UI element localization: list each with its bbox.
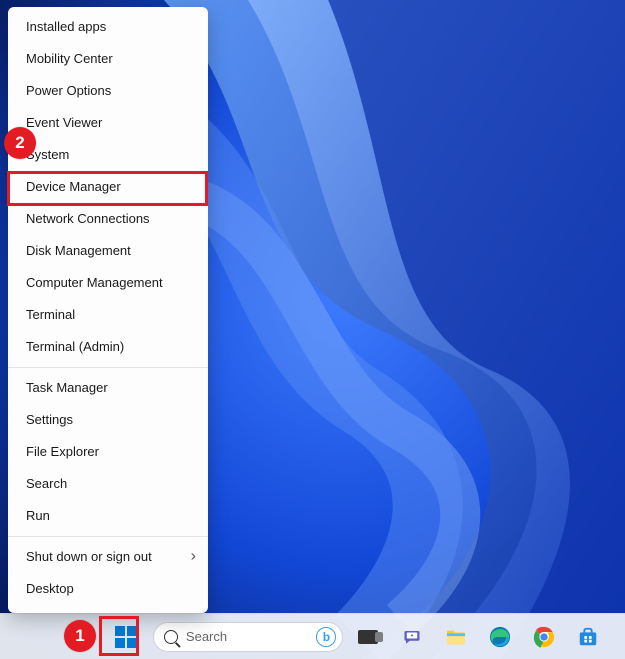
menu-item-installed-apps[interactable]: Installed apps [8, 11, 208, 43]
menu-item-disk-management[interactable]: Disk Management [8, 235, 208, 267]
menu-item-mobility-center[interactable]: Mobility Center [8, 43, 208, 75]
menu-item-system[interactable]: System [8, 139, 208, 171]
menu-item-task-manager[interactable]: Task Manager [8, 372, 208, 404]
bing-chat-icon[interactable]: b [316, 627, 336, 647]
menu-item-power-options[interactable]: Power Options [8, 75, 208, 107]
menu-item-event-viewer[interactable]: Event Viewer [8, 107, 208, 139]
menu-separator [8, 536, 208, 537]
taskbar-search[interactable]: Search b [153, 622, 344, 652]
winx-context-menu: Installed apps Mobility Center Power Opt… [8, 7, 208, 613]
menu-item-settings[interactable]: Settings [8, 404, 208, 436]
chat-button[interactable] [393, 617, 431, 657]
chat-icon [402, 628, 422, 646]
annotation-step-2: 2 [4, 127, 36, 159]
file-explorer-button[interactable] [437, 617, 475, 657]
edge-icon [489, 626, 511, 648]
menu-item-terminal[interactable]: Terminal [8, 299, 208, 331]
task-view-icon [357, 626, 379, 648]
chrome-icon [533, 626, 555, 648]
menu-item-run[interactable]: Run [8, 500, 208, 532]
menu-item-network-connections[interactable]: Network Connections [8, 203, 208, 235]
menu-item-terminal-admin[interactable]: Terminal (Admin) [8, 331, 208, 363]
search-icon [164, 630, 178, 644]
microsoft-store-button[interactable] [569, 617, 607, 657]
microsoft-store-icon [577, 626, 599, 648]
chrome-button[interactable] [525, 617, 563, 657]
annotation-step-1: 1 [64, 620, 96, 652]
menu-item-desktop[interactable]: Desktop [8, 573, 208, 605]
menu-item-file-explorer[interactable]: File Explorer [8, 436, 208, 468]
search-placeholder: Search [186, 629, 227, 644]
menu-item-search[interactable]: Search [8, 468, 208, 500]
annotation-highlight-start-button [99, 616, 139, 656]
file-explorer-icon [445, 628, 467, 646]
menu-separator [8, 367, 208, 368]
edge-button[interactable] [481, 617, 519, 657]
menu-item-shutdown-signout[interactable]: Shut down or sign out [8, 541, 208, 573]
menu-item-computer-management[interactable]: Computer Management [8, 267, 208, 299]
menu-item-device-manager[interactable]: Device Manager [8, 171, 208, 203]
task-view-button[interactable] [349, 617, 387, 657]
